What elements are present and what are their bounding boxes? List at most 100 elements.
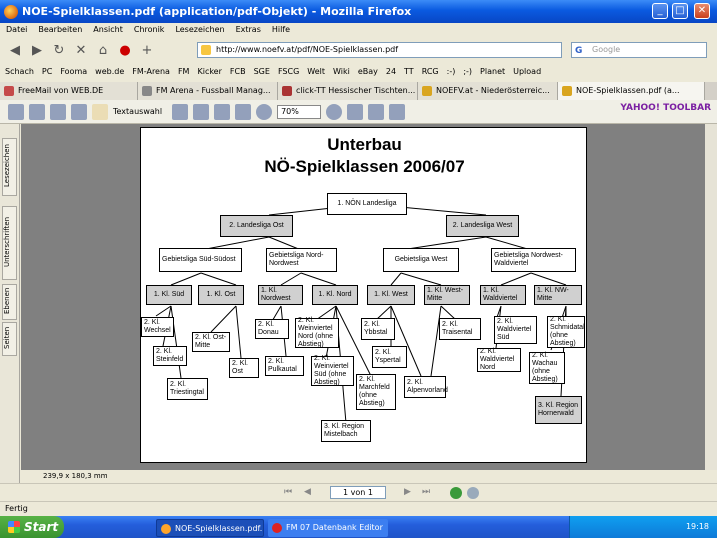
vertical-scrollbar[interactable] bbox=[705, 124, 717, 470]
bookmark-item[interactable]: Schach bbox=[5, 67, 34, 76]
maximize-button[interactable]: □ bbox=[672, 3, 688, 19]
menu-ansicht[interactable]: Ansicht bbox=[93, 25, 123, 34]
bookmark-item[interactable]: Wiki bbox=[333, 67, 350, 76]
bookmark-item[interactable]: FSCG bbox=[278, 67, 299, 76]
firefox-logo-icon bbox=[4, 4, 18, 19]
text-select-label[interactable]: Textauswahl bbox=[113, 107, 162, 116]
reload-icon[interactable]: ↻ bbox=[50, 41, 68, 59]
new-tab-icon[interactable]: + bbox=[138, 41, 156, 59]
fit-width-icon[interactable] bbox=[235, 103, 252, 120]
taskbar-item-pdf[interactable]: NOE-Spielklassen.pdf... bbox=[156, 519, 264, 537]
start-button[interactable]: Start bbox=[0, 516, 64, 538]
node-2kl-pulkautal: 2. Kl. Pulkautal bbox=[265, 356, 304, 376]
close-button[interactable]: ✕ bbox=[694, 3, 710, 19]
sidebar-tab-ebenen[interactable]: Ebenen bbox=[2, 284, 17, 320]
node-1kl-ost: 1. Kl. Ost bbox=[198, 285, 244, 305]
back-icon[interactable]: ◀ bbox=[6, 41, 24, 59]
bookmarks-toolbar: Schach PC Fooma web.de FM-Arena FM Kicke… bbox=[0, 64, 717, 79]
bookmark-item[interactable]: Planet bbox=[480, 67, 505, 76]
forward-icon[interactable]: ▶ bbox=[28, 41, 46, 59]
sidebar-tab-lesezeichen[interactable]: Lesezeichen bbox=[2, 138, 17, 196]
status-bar: Fertig bbox=[0, 501, 717, 516]
history-forward-icon[interactable] bbox=[467, 487, 479, 499]
page-size-label: 239,9 x 180,3 mm bbox=[43, 472, 108, 480]
menu-hilfe[interactable]: Hilfe bbox=[272, 25, 290, 34]
first-page-icon[interactable]: ⏮ bbox=[284, 487, 292, 497]
bookmark-item[interactable]: Welt bbox=[307, 67, 325, 76]
zoom-level-input[interactable]: 70% bbox=[277, 104, 322, 119]
redo-icon[interactable] bbox=[389, 103, 406, 120]
favicon-icon bbox=[4, 86, 14, 96]
node-1kl-west-mitte: 1. Kl. West-Mitte bbox=[424, 285, 470, 305]
tab-pdf[interactable]: NOE-Spielklassen.pdf (a... bbox=[558, 82, 705, 100]
node-2kl-schmidatal: 2. Kl. Schmidatal (ohne Abstieg) bbox=[547, 316, 585, 348]
node-gebietsliga-nord-nordwest: Gebietsliga Nord-Nordwest bbox=[266, 248, 337, 272]
bookmark-item[interactable]: FM bbox=[178, 67, 190, 76]
bookmark-item[interactable]: Kicker bbox=[197, 67, 221, 76]
tab-noefv[interactable]: NOEFV.at - Niederösterreic... bbox=[418, 82, 558, 100]
menu-chronik[interactable]: Chronik bbox=[134, 25, 165, 34]
email-icon[interactable] bbox=[50, 103, 66, 120]
bookmark-item[interactable]: ;-) bbox=[463, 67, 472, 76]
node-2kl-wachau: 2. Kl. Wachau (ohne Abstieg) bbox=[529, 352, 565, 384]
stop-icon[interactable]: ✕ bbox=[72, 41, 90, 59]
node-2kl-ost-mitte: 2. Kl. Ost-Mitte bbox=[192, 332, 230, 352]
bookmark-item[interactable]: 24 bbox=[386, 67, 396, 76]
history-back-icon[interactable] bbox=[450, 487, 462, 499]
hand-tool-icon[interactable] bbox=[92, 103, 108, 120]
page-number-input[interactable]: 1 von 1 bbox=[330, 486, 386, 499]
adblock-icon[interactable]: ● bbox=[116, 41, 134, 59]
tab-click-tt[interactable]: click-TT Hessischer Tischten... bbox=[278, 82, 418, 100]
bookmark-item[interactable]: Upload bbox=[513, 67, 541, 76]
bookmark-item[interactable]: :-) bbox=[447, 67, 456, 76]
zoom-icon[interactable] bbox=[193, 103, 210, 120]
last-page-icon[interactable]: ⏭ bbox=[422, 487, 430, 497]
rotate-icon[interactable] bbox=[347, 103, 364, 120]
tab-webde[interactable]: FreeMail von WEB.DE bbox=[0, 82, 138, 100]
next-page-icon[interactable]: ▶ bbox=[404, 487, 411, 497]
tab-fm-arena[interactable]: FM Arena - Fussball Manag... bbox=[138, 82, 278, 100]
bookmark-item[interactable]: TT bbox=[404, 67, 414, 76]
zoom-in-icon[interactable] bbox=[326, 103, 343, 120]
page-favicon-icon bbox=[201, 45, 211, 55]
bookmark-item[interactable]: Fooma bbox=[60, 67, 87, 76]
node-1kl-nw-mitte: 1. Kl. NW-Mitte bbox=[534, 285, 582, 305]
zoom-out-icon[interactable] bbox=[256, 103, 273, 120]
node-3kl-mistelbach: 3. Kl. Region Mistelbach bbox=[321, 420, 371, 442]
node-2kl-wechsel: 2. Kl. Wechsel bbox=[141, 317, 174, 337]
yahoo-toolbar-logo[interactable]: YAHOO! TOOLBAR bbox=[620, 103, 711, 113]
pdf-page: Unterbau NÖ-Spielklassen 2006/07 1. NÖN … bbox=[140, 127, 587, 463]
window-title: NOE-Spielklassen.pdf (application/pdf-Ob… bbox=[22, 5, 412, 18]
taskbar-item-fm07[interactable]: FM 07 Datenbank Editor bbox=[268, 519, 388, 537]
tab-label: click-TT Hessischer Tischten... bbox=[296, 86, 416, 95]
page-icon[interactable] bbox=[214, 103, 231, 120]
menu-datei[interactable]: Datei bbox=[6, 25, 27, 34]
sidebar-tab-unterschriften[interactable]: Unterschriften bbox=[2, 206, 17, 280]
find-icon[interactable] bbox=[71, 103, 87, 120]
bookmark-item[interactable]: web.de bbox=[95, 67, 124, 76]
save-icon[interactable] bbox=[8, 103, 24, 120]
minimize-button[interactable]: _ bbox=[652, 3, 668, 19]
menu-bearbeiten[interactable]: Bearbeiten bbox=[38, 25, 82, 34]
url-input[interactable]: http://www.noefv.at/pdf/NOE-Spielklassen… bbox=[197, 42, 562, 58]
undo-icon[interactable] bbox=[368, 103, 385, 120]
bookmark-item[interactable]: FM-Arena bbox=[132, 67, 170, 76]
menu-extras[interactable]: Extras bbox=[236, 25, 261, 34]
taskbar-item-label: FM 07 Datenbank Editor bbox=[286, 523, 383, 532]
print-icon[interactable] bbox=[29, 103, 45, 120]
node-2kl-traisental: 2. Kl. Traisental bbox=[439, 318, 481, 340]
url-text: http://www.noefv.at/pdf/NOE-Spielklassen… bbox=[216, 45, 399, 54]
home-icon[interactable]: ⌂ bbox=[94, 41, 112, 59]
bookmark-item[interactable]: eBay bbox=[358, 67, 378, 76]
menu-lesezeichen[interactable]: Lesezeichen bbox=[175, 25, 224, 34]
bookmark-item[interactable]: SGE bbox=[254, 67, 270, 76]
bookmark-item[interactable]: PC bbox=[42, 67, 52, 76]
prev-page-icon[interactable]: ◀ bbox=[304, 487, 311, 497]
snapshot-icon[interactable] bbox=[172, 103, 189, 120]
bookmark-item[interactable]: RCG bbox=[422, 67, 439, 76]
search-input[interactable]: G Google bbox=[571, 42, 707, 58]
bookmark-item[interactable]: FCB bbox=[230, 67, 246, 76]
favicon-icon bbox=[562, 86, 572, 96]
browser-window: NOE-Spielklassen.pdf (application/pdf-Ob… bbox=[0, 0, 717, 516]
sidebar-tab-seiten[interactable]: Seiten bbox=[2, 322, 17, 356]
